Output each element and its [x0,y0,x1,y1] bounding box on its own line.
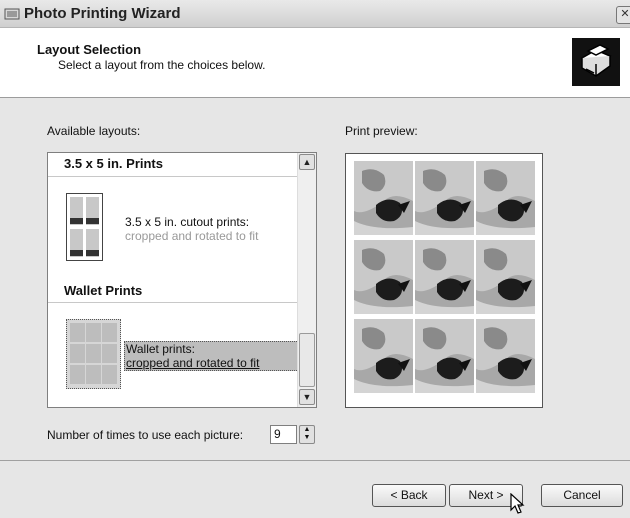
preview-photo [415,319,474,393]
vertical-scrollbar[interactable]: ▲ ▼ [297,153,316,407]
layout-thumbnail [66,319,121,389]
preview-photo [354,319,413,393]
print-preview [345,153,543,408]
app-icon [4,8,20,20]
layout-item-line2: cropped and rotated to fit [126,356,260,370]
spin-down-icon[interactable]: ▼ [300,434,314,442]
page-subtitle: Select a layout from the choices below. [58,58,266,72]
scroll-thumb[interactable] [299,333,315,387]
layout-item-line1: 3.5 x 5 in. cutout prints: [125,215,250,229]
preview-photo [476,319,535,393]
layout-item-3x5[interactable]: 3.5 x 5 in. cutout prints: cropped and r… [48,179,299,275]
layout-item-line2: cropped and rotated to fit [125,229,259,243]
layout-thumbnail [66,193,103,261]
scroll-down-icon[interactable]: ▼ [299,389,315,405]
layout-item-description: 3.5 x 5 in. cutout prints: cropped and r… [125,215,258,243]
mouse-cursor-icon [510,493,525,514]
spin-up-icon[interactable]: ▲ [300,426,314,434]
wizard-footer [0,460,630,518]
page-title: Layout Selection [37,42,142,57]
copies-input[interactable]: 9 [270,425,297,444]
cancel-button[interactable]: Cancel [541,484,623,507]
preview-photo [354,161,413,235]
group-title: 3.5 x 5 in. Prints [64,156,163,171]
preview-photo [415,161,474,235]
wizard-header: Layout Selection Select a layout from th… [0,28,630,98]
group-title: Wallet Prints [64,283,143,298]
layout-item-wallet[interactable]: Wallet prints: cropped and rotated to fi… [48,305,299,405]
copies-spinner[interactable]: ▲ ▼ [299,425,315,444]
preview-photo [415,240,474,314]
copies-label: Number of times to use each picture: [47,428,244,442]
layout-item-line1: Wallet prints: [126,342,195,356]
group-header: Wallet Prints [48,277,299,303]
printer-icon [572,38,620,86]
preview-photo [476,161,535,235]
group-header: 3.5 x 5 in. Prints [48,153,299,177]
preview-photo [476,240,535,314]
available-layouts-label: Available layouts: [47,124,141,138]
layout-item-description: Wallet prints: cropped and rotated to fi… [124,341,299,371]
back-button[interactable]: < Back [372,484,446,507]
window-title: Photo Printing Wizard [24,5,181,22]
close-button[interactable]: ✕ [616,6,630,24]
layouts-listbox[interactable]: 3.5 x 5 in. Prints 3.5 x 5 in. cutout pr… [47,152,317,408]
scroll-up-icon[interactable]: ▲ [299,154,315,170]
title-bar: Photo Printing Wizard ✕ [0,0,630,28]
preview-photo [354,240,413,314]
print-preview-label: Print preview: [345,124,418,138]
